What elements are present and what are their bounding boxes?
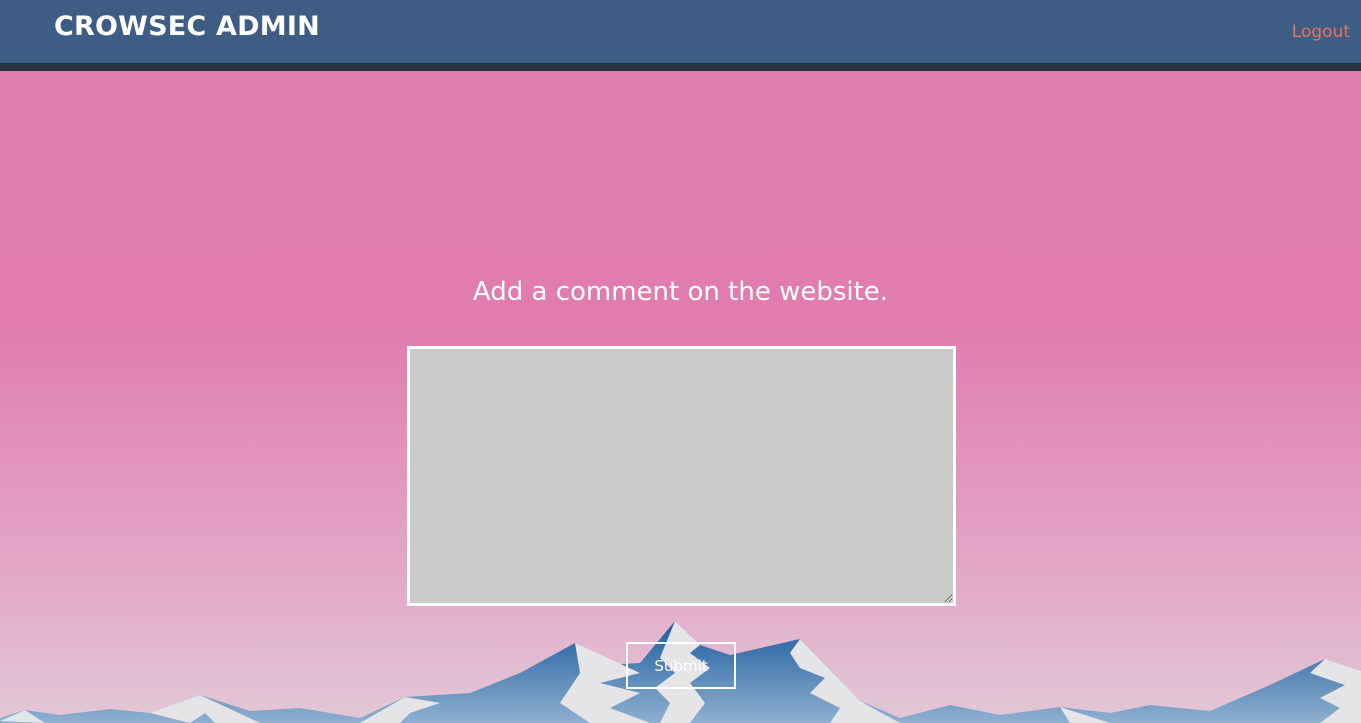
submit-button[interactable]: Submit — [626, 642, 736, 689]
comment-heading: Add a comment on the website. — [472, 277, 889, 307]
brand-title: CROWSEC ADMIN — [54, 11, 320, 42]
top-navbar: CROWSEC ADMIN Logout — [0, 0, 1361, 71]
logout-link[interactable]: Logout — [1292, 22, 1350, 42]
comment-textarea[interactable] — [407, 346, 956, 606]
